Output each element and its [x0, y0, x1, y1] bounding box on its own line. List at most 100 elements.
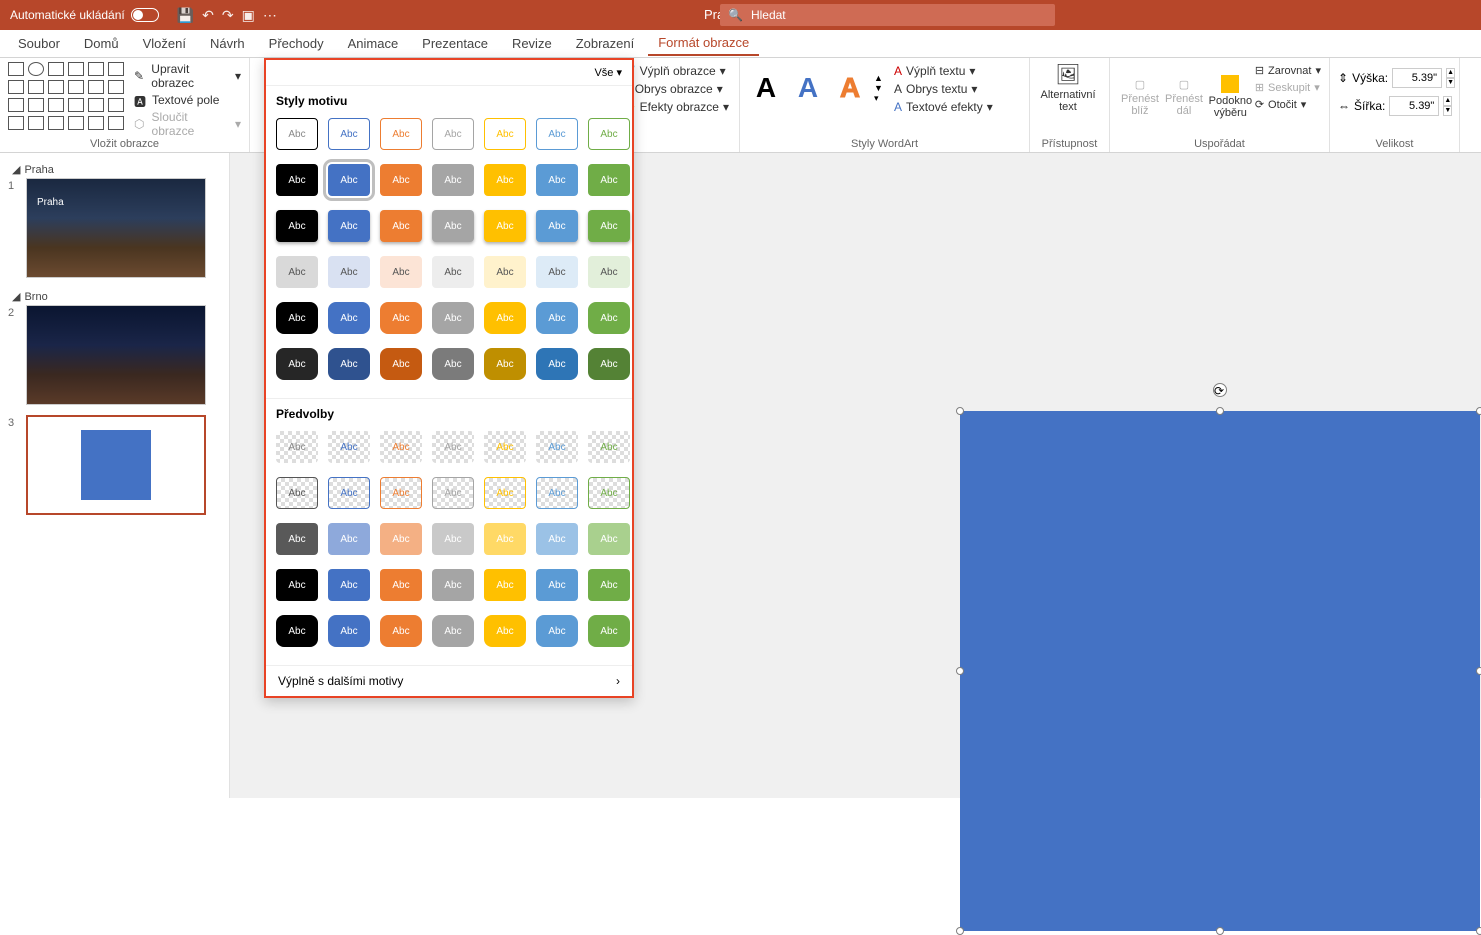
style-swatch[interactable]: Abc — [536, 477, 578, 509]
style-swatch[interactable]: Abc — [588, 210, 630, 242]
shape-fill-button[interactable]: 🪣Výplň obrazce ▾ — [621, 64, 729, 78]
tab-prezentace[interactable]: Prezentace — [412, 32, 498, 55]
style-swatch[interactable]: Abc — [276, 348, 318, 380]
wordart-scroll[interactable]: ▲▼▾ — [874, 73, 888, 104]
style-swatch[interactable]: Abc — [536, 569, 578, 601]
style-swatch[interactable]: Abc — [432, 256, 474, 288]
style-swatch[interactable]: Abc — [588, 256, 630, 288]
tab-návrh[interactable]: Návrh — [200, 32, 255, 55]
style-swatch[interactable]: Abc — [536, 256, 578, 288]
save-icon[interactable]: 💾 — [177, 7, 194, 24]
style-swatch[interactable]: Abc — [484, 523, 526, 555]
section-header[interactable]: ◢ Praha — [8, 161, 221, 178]
style-swatch[interactable]: Abc — [328, 164, 370, 196]
width-input[interactable] — [1389, 96, 1439, 116]
style-swatch[interactable]: Abc — [328, 256, 370, 288]
style-swatch[interactable]: Abc — [328, 523, 370, 555]
height-input[interactable] — [1392, 68, 1442, 88]
style-swatch[interactable]: Abc — [276, 210, 318, 242]
bring-forward-button[interactable]: ▢Přenést blíž — [1118, 62, 1162, 132]
tab-vložení[interactable]: Vložení — [133, 32, 196, 55]
slide-thumb-3[interactable] — [26, 415, 206, 515]
style-swatch[interactable]: Abc — [432, 615, 474, 647]
tab-formát-obrazce[interactable]: Formát obrazce — [648, 31, 759, 56]
style-swatch[interactable]: Abc — [432, 477, 474, 509]
style-swatch[interactable]: Abc — [380, 431, 422, 463]
style-swatch[interactable]: Abc — [484, 615, 526, 647]
style-swatch[interactable]: Abc — [276, 302, 318, 334]
search-box[interactable]: 🔍 Hledat — [720, 4, 1055, 26]
resize-handle[interactable] — [956, 667, 964, 675]
style-swatch[interactable]: Abc — [484, 302, 526, 334]
style-swatch[interactable]: Abc — [328, 302, 370, 334]
edit-shape-button[interactable]: ✎Upravit obrazec ▾ — [134, 62, 241, 90]
wordart-style-3[interactable]: A — [832, 67, 868, 109]
style-swatch[interactable]: Abc — [432, 210, 474, 242]
resize-handle[interactable] — [956, 927, 964, 935]
slideshow-icon[interactable]: ▣ — [242, 7, 255, 24]
text-fill-button[interactable]: AVýplň textu ▾ — [894, 64, 993, 78]
style-swatch[interactable]: Abc — [432, 118, 474, 150]
width-spinner[interactable]: ▲▼ — [1443, 96, 1452, 116]
alt-text-button[interactable]: 🖼 Alternativní text — [1038, 62, 1098, 113]
text-outline-button[interactable]: AObrys textu ▾ — [894, 82, 993, 96]
style-swatch[interactable]: Abc — [484, 118, 526, 150]
style-swatch[interactable]: Abc — [484, 256, 526, 288]
style-swatch[interactable]: Abc — [328, 210, 370, 242]
text-box-button[interactable]: 🅰Textové pole — [134, 93, 241, 107]
style-swatch[interactable]: Abc — [380, 256, 422, 288]
wordart-style-1[interactable]: A — [748, 67, 784, 109]
selection-pane-button[interactable]: Podokno výběru — [1206, 62, 1255, 132]
style-swatch[interactable]: Abc — [588, 477, 630, 509]
tab-soubor[interactable]: Soubor — [8, 32, 70, 55]
style-swatch[interactable]: Abc — [432, 431, 474, 463]
style-swatch[interactable]: Abc — [588, 431, 630, 463]
style-swatch[interactable]: Abc — [328, 431, 370, 463]
rotate-handle[interactable]: ⟳ — [1213, 383, 1227, 397]
style-swatch[interactable]: Abc — [276, 256, 318, 288]
merge-shapes-button[interactable]: ⬡Sloučit obrazce ▾ — [134, 110, 241, 138]
more-fills-button[interactable]: Výplně s dalšími motivy› — [266, 665, 632, 696]
redo-icon[interactable]: ↷ — [222, 7, 234, 24]
style-swatch[interactable]: Abc — [536, 118, 578, 150]
style-swatch[interactable]: Abc — [484, 164, 526, 196]
undo-icon[interactable]: ↶ — [202, 7, 214, 24]
style-swatch[interactable]: Abc — [588, 302, 630, 334]
send-backward-button[interactable]: ▢Přenést dál — [1162, 62, 1206, 132]
shapes-gallery[interactable] — [8, 62, 126, 138]
style-swatch[interactable]: Abc — [432, 164, 474, 196]
wordart-style-2[interactable]: A — [790, 67, 826, 109]
more-icon[interactable]: ⋯ — [263, 7, 277, 24]
style-swatch[interactable]: Abc — [588, 615, 630, 647]
style-swatch[interactable]: Abc — [380, 118, 422, 150]
style-swatch[interactable]: Abc — [432, 302, 474, 334]
style-swatch[interactable]: Abc — [380, 164, 422, 196]
style-swatch[interactable]: Abc — [536, 431, 578, 463]
style-swatch[interactable]: Abc — [432, 569, 474, 601]
style-swatch[interactable]: Abc — [328, 118, 370, 150]
style-swatch[interactable]: Abc — [276, 118, 318, 150]
style-swatch[interactable]: Abc — [588, 569, 630, 601]
selected-shape[interactable]: ⟳ — [960, 411, 1480, 931]
tab-přechody[interactable]: Přechody — [259, 32, 334, 55]
style-swatch[interactable]: Abc — [328, 477, 370, 509]
style-swatch[interactable]: Abc — [380, 615, 422, 647]
style-swatch[interactable]: Abc — [536, 523, 578, 555]
style-swatch[interactable]: Abc — [484, 569, 526, 601]
align-button[interactable]: ⊟Zarovnat ▾ — [1255, 64, 1321, 77]
slide-thumb-1[interactable]: Praha — [26, 178, 206, 278]
style-swatch[interactable]: Abc — [588, 348, 630, 380]
section-header[interactable]: ◢ Brno — [8, 288, 221, 305]
slide-thumb-2[interactable] — [26, 305, 206, 405]
style-swatch[interactable]: Abc — [536, 348, 578, 380]
style-swatch[interactable]: Abc — [276, 569, 318, 601]
style-swatch[interactable]: Abc — [380, 210, 422, 242]
style-swatch[interactable]: Abc — [588, 164, 630, 196]
style-swatch[interactable]: Abc — [276, 431, 318, 463]
style-swatch[interactable]: Abc — [432, 348, 474, 380]
resize-handle[interactable] — [1216, 927, 1224, 935]
style-swatch[interactable]: Abc — [484, 210, 526, 242]
resize-handle[interactable] — [956, 407, 964, 415]
resize-handle[interactable] — [1476, 407, 1481, 415]
style-swatch[interactable]: Abc — [484, 477, 526, 509]
